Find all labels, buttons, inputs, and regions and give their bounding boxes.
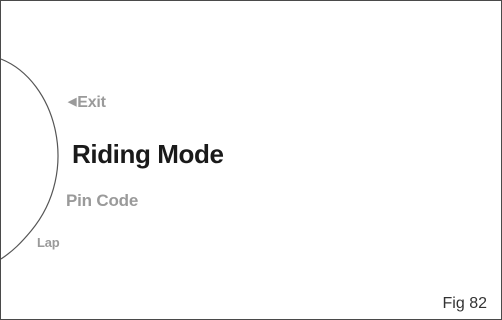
figure-caption: Fig 82 — [442, 295, 487, 312]
menu-item-exit-label: Exit — [77, 94, 106, 111]
menu-item-riding-mode-label: Riding Mode — [72, 139, 224, 169]
menu-item-pin-code[interactable]: Pin Code — [66, 191, 138, 211]
dashboard-screen: ◀Exit Riding Mode Pin Code Lap Fig 82 — [0, 0, 502, 320]
menu-item-lap[interactable]: Lap — [37, 235, 60, 250]
menu-item-exit[interactable]: ◀Exit — [68, 94, 106, 112]
back-arrow-icon: ◀ — [68, 96, 77, 108]
menu-item-riding-mode[interactable]: Riding Mode — [72, 139, 224, 170]
menu-item-pin-code-label: Pin Code — [66, 191, 139, 210]
menu-item-lap-label: Lap — [37, 235, 60, 250]
